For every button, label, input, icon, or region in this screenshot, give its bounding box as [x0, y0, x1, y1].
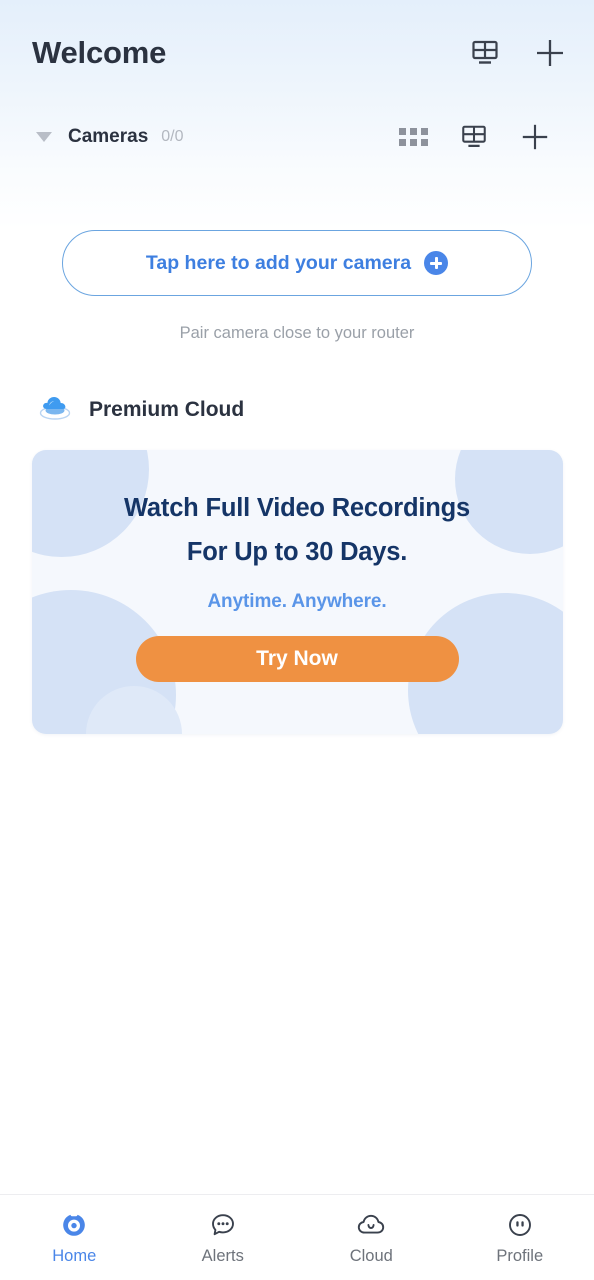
app-screen: Welcome Cameras 0/0 Tap here to add your…	[0, 0, 594, 1280]
app-header: Welcome	[0, 0, 594, 106]
plus-circle-icon	[424, 251, 449, 275]
dots-grid-icon[interactable]	[399, 128, 428, 146]
grid-view-icon[interactable]	[460, 123, 488, 151]
bottom-navigation-bar: Home Alerts Cloud Profile	[0, 1194, 594, 1280]
page-title: Welcome	[32, 35, 167, 70]
grid-view-icon[interactable]	[470, 38, 500, 68]
nav-item-cloud[interactable]: Cloud	[297, 1210, 446, 1266]
cloud-smile-icon	[356, 1210, 386, 1240]
promo-title-line2: For Up to 30 Days.	[186, 537, 408, 566]
screen-content: Welcome Cameras 0/0 Tap here to add your…	[0, 0, 594, 1194]
nav-item-profile[interactable]: Profile	[446, 1210, 594, 1266]
cameras-section-header: Cameras 0/0	[0, 106, 594, 168]
promo-title-line1: Watch Full Video Recordings	[124, 494, 470, 522]
cameras-actions	[399, 122, 550, 152]
nav-label-cloud: Cloud	[349, 1246, 393, 1265]
premium-cloud-label: Premium Cloud	[89, 397, 245, 421]
chat-bubble-icon	[209, 1210, 237, 1240]
nav-item-alerts[interactable]: Alerts	[149, 1210, 298, 1266]
nav-label-home: Home	[52, 1246, 97, 1265]
try-now-button[interactable]: Try Now	[135, 635, 459, 682]
camera-lens-icon	[60, 1210, 88, 1240]
cloud-3d-icon	[38, 392, 72, 427]
nav-label-alerts: Alerts	[201, 1246, 244, 1265]
face-circle-icon	[506, 1210, 534, 1240]
nav-label-profile: Profile	[496, 1246, 544, 1265]
promo-subtitle: Anytime. Anywhere.	[207, 590, 387, 612]
plus-icon[interactable]	[520, 122, 550, 152]
promo-content: Watch Full Video Recordings For Up to 30…	[32, 450, 563, 734]
nav-item-home[interactable]: Home	[0, 1210, 149, 1266]
add-camera-label: Tap here to add your camera	[145, 251, 412, 274]
header-actions	[470, 37, 566, 69]
premium-cloud-promo-card[interactable]: Watch Full Video Recordings For Up to 30…	[31, 450, 563, 734]
plus-icon[interactable]	[534, 37, 566, 69]
add-camera-button[interactable]: Tap here to add your camera	[62, 230, 532, 296]
pair-hint-text: Pair camera close to your router	[179, 324, 415, 342]
cameras-label: Cameras	[68, 126, 149, 147]
chevron-down-icon[interactable]	[36, 132, 52, 142]
premium-cloud-header: Premium Cloud	[0, 392, 594, 427]
cameras-count: 0/0	[161, 128, 184, 145]
add-camera-section: Tap here to add your camera Pair camera …	[0, 230, 594, 343]
